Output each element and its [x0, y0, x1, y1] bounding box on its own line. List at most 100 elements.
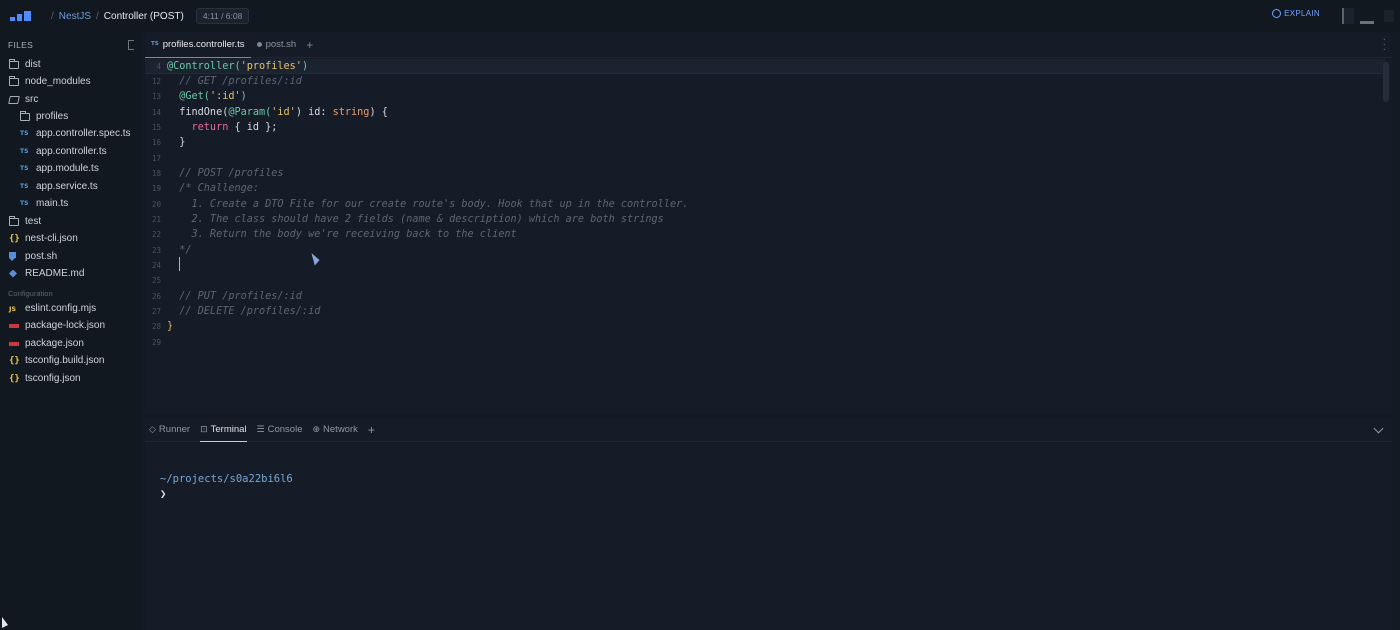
- configuration-section-label: Configuration: [8, 289, 53, 298]
- progress-time-badge: 4:11 / 6:08: [195, 8, 250, 24]
- tree-item-label: package.json: [25, 338, 84, 349]
- tree-item-label: post.sh: [25, 251, 58, 262]
- tree-item-tsconfig[interactable]: {} tsconfig.json: [9, 370, 81, 387]
- folder-icon: [9, 58, 19, 69]
- tree-item-label: tsconfig.build.json: [25, 355, 105, 366]
- file-explorer-header: FILES: [0, 32, 142, 58]
- tree-item-node-modules[interactable]: node_modules: [9, 73, 91, 90]
- tree-item-label: README.md: [25, 268, 85, 279]
- tree-item-label: package-lock.json: [25, 320, 106, 331]
- tree-item-package-json[interactable]: package.json: [9, 335, 84, 352]
- tree-item-label: app.controller.spec.ts: [36, 128, 131, 139]
- add-panel-plus-icon[interactable]: +: [368, 423, 375, 437]
- tree-item-label: eslint.config.mjs: [25, 303, 97, 314]
- code-line: 27 // DELETE /profiles/:id: [151, 306, 321, 317]
- json-icon: {}: [9, 355, 20, 366]
- tree-item-app-controller[interactable]: TS app.controller.ts: [20, 143, 107, 160]
- tree-item-main[interactable]: TS main.ts: [20, 195, 68, 212]
- tree-item-label: main.ts: [36, 198, 69, 209]
- tab-console[interactable]: ☰ Console: [257, 418, 303, 442]
- tree-item-eslint-config[interactable]: JS eslint.config.mjs: [9, 300, 96, 317]
- code-line: 16 }: [151, 137, 186, 148]
- collapse-sidebar-icon[interactable]: [128, 40, 134, 50]
- code-line: 14 findOne(@Param('id') id: string) {: [151, 107, 388, 118]
- code-line: 20 1. Create a DTO File for our create r…: [151, 199, 689, 210]
- code-line: 23 */: [151, 245, 192, 256]
- code-line: 26 // PUT /profiles/:id: [151, 291, 302, 302]
- tree-item-label: nest-cli.json: [25, 233, 78, 244]
- tab-network[interactable]: ⊕ Network: [312, 418, 357, 442]
- code-line: 12 // GET /profiles/:id: [151, 76, 302, 87]
- tab-profiles-controller[interactable]: TS profiles.controller.ts: [145, 32, 251, 58]
- tree-item-tsconfig-build[interactable]: {} tsconfig.build.json: [9, 352, 105, 369]
- tree-item-src[interactable]: src: [8, 91, 39, 108]
- text-caret: [179, 257, 181, 271]
- tree-item-readme[interactable]: README.md: [9, 265, 84, 282]
- network-icon: ⊕: [312, 424, 321, 434]
- tab-label: post.sh: [265, 39, 297, 50]
- layout-toggle-sidebar-icon[interactable]: [1342, 8, 1354, 24]
- folder-icon: [9, 75, 19, 86]
- npm-icon: [9, 341, 19, 346]
- code-line: 22 3. Return the body we're receiving ba…: [151, 229, 517, 240]
- tab-runner[interactable]: ◇ Runner: [149, 418, 190, 442]
- file-explorer: FILES dist node_modules src profiles TS …: [0, 32, 142, 630]
- shell-icon: [9, 252, 17, 261]
- tab-terminal[interactable]: ⊡ Terminal: [200, 418, 247, 442]
- top-bar: / NestJS / Controller (POST) 4:11 / 6:08…: [0, 0, 1400, 32]
- typescript-icon: TS: [20, 200, 29, 207]
- code-line: 15 return { id };: [151, 122, 278, 133]
- tree-item-app-controller-spec[interactable]: TS app.controller.spec.ts: [20, 125, 131, 142]
- app-logo[interactable]: [10, 11, 32, 21]
- runner-icon: ◇: [149, 424, 156, 434]
- console-icon: ☰: [256, 424, 265, 434]
- tree-item-label: app.controller.ts: [36, 146, 107, 157]
- typescript-icon: TS: [20, 148, 29, 155]
- tree-item-label: node_modules: [25, 76, 91, 87]
- unsaved-dot-icon: [256, 42, 262, 47]
- typescript-icon: TS: [20, 183, 29, 190]
- code-editor: TS profiles.controller.ts post.sh + · · · …: [145, 32, 1392, 414]
- tree-item-label: app.module.ts: [36, 163, 99, 174]
- tree-item-label: dist: [25, 59, 41, 70]
- file-explorer-title: FILES: [8, 40, 34, 50]
- tree-item-test[interactable]: test: [9, 213, 41, 230]
- tree-item-profiles[interactable]: profiles: [20, 108, 68, 125]
- folder-icon: [20, 110, 30, 121]
- markdown-icon: [9, 269, 17, 278]
- tree-item-nest-cli[interactable]: {} nest-cli.json: [9, 230, 78, 247]
- code-line: 25: [151, 276, 161, 285]
- terminal-path: ~/projects/s0a22bi6l6: [160, 473, 293, 485]
- editor-scrollbar[interactable]: [1383, 62, 1389, 102]
- code-line: 13 @Get(':id'): [151, 91, 247, 102]
- typescript-icon: TS: [151, 41, 159, 47]
- tree-item-label: tsconfig.json: [25, 373, 81, 384]
- panel-tab-bar: ◇ Runner ⊡ Terminal ☰ Console ⊕ Network …: [145, 418, 1392, 442]
- terminal-output[interactable]: ~/projects/s0a22bi6l6 ❯: [160, 472, 293, 502]
- bottom-panel: ◇ Runner ⊡ Terminal ☰ Console ⊕ Network …: [145, 418, 1392, 630]
- editor-menu-icon[interactable]: · · ·: [1383, 35, 1386, 55]
- tree-item-label: src: [25, 94, 39, 105]
- code-line: 18 // POST /profiles: [151, 168, 284, 179]
- json-icon: {}: [9, 233, 20, 244]
- code-line: 28 }: [151, 321, 174, 332]
- terminal-icon: ⊡: [200, 423, 208, 434]
- typescript-icon: TS: [20, 130, 29, 137]
- new-tab-plus-icon[interactable]: +: [306, 38, 313, 52]
- tree-item-post-sh[interactable]: post.sh: [9, 248, 57, 265]
- explain-button[interactable]: EXPLAIN: [1272, 9, 1320, 18]
- tree-item-dist[interactable]: dist: [9, 56, 41, 73]
- editor-tab-bar: TS profiles.controller.ts post.sh +: [145, 32, 1392, 58]
- code-line: 21 2. The class should have 2 fields (na…: [151, 214, 664, 225]
- layout-toggle-panel-icon[interactable]: [1360, 8, 1374, 24]
- tab-post-sh[interactable]: post.sh: [251, 32, 303, 58]
- tree-item-app-module[interactable]: TS app.module.ts: [20, 160, 99, 177]
- code-line: 29: [151, 338, 161, 347]
- tree-item-app-service[interactable]: TS app.service.ts: [20, 178, 98, 195]
- tree-item-package-lock[interactable]: package-lock.json: [9, 317, 105, 334]
- terminal-prompt: ❯: [160, 488, 167, 500]
- layout-toggle-preview-icon[interactable]: [1384, 10, 1394, 22]
- breadcrumb-course[interactable]: NestJS: [59, 11, 91, 22]
- typescript-icon: TS: [20, 165, 29, 172]
- npm-icon: [9, 323, 19, 328]
